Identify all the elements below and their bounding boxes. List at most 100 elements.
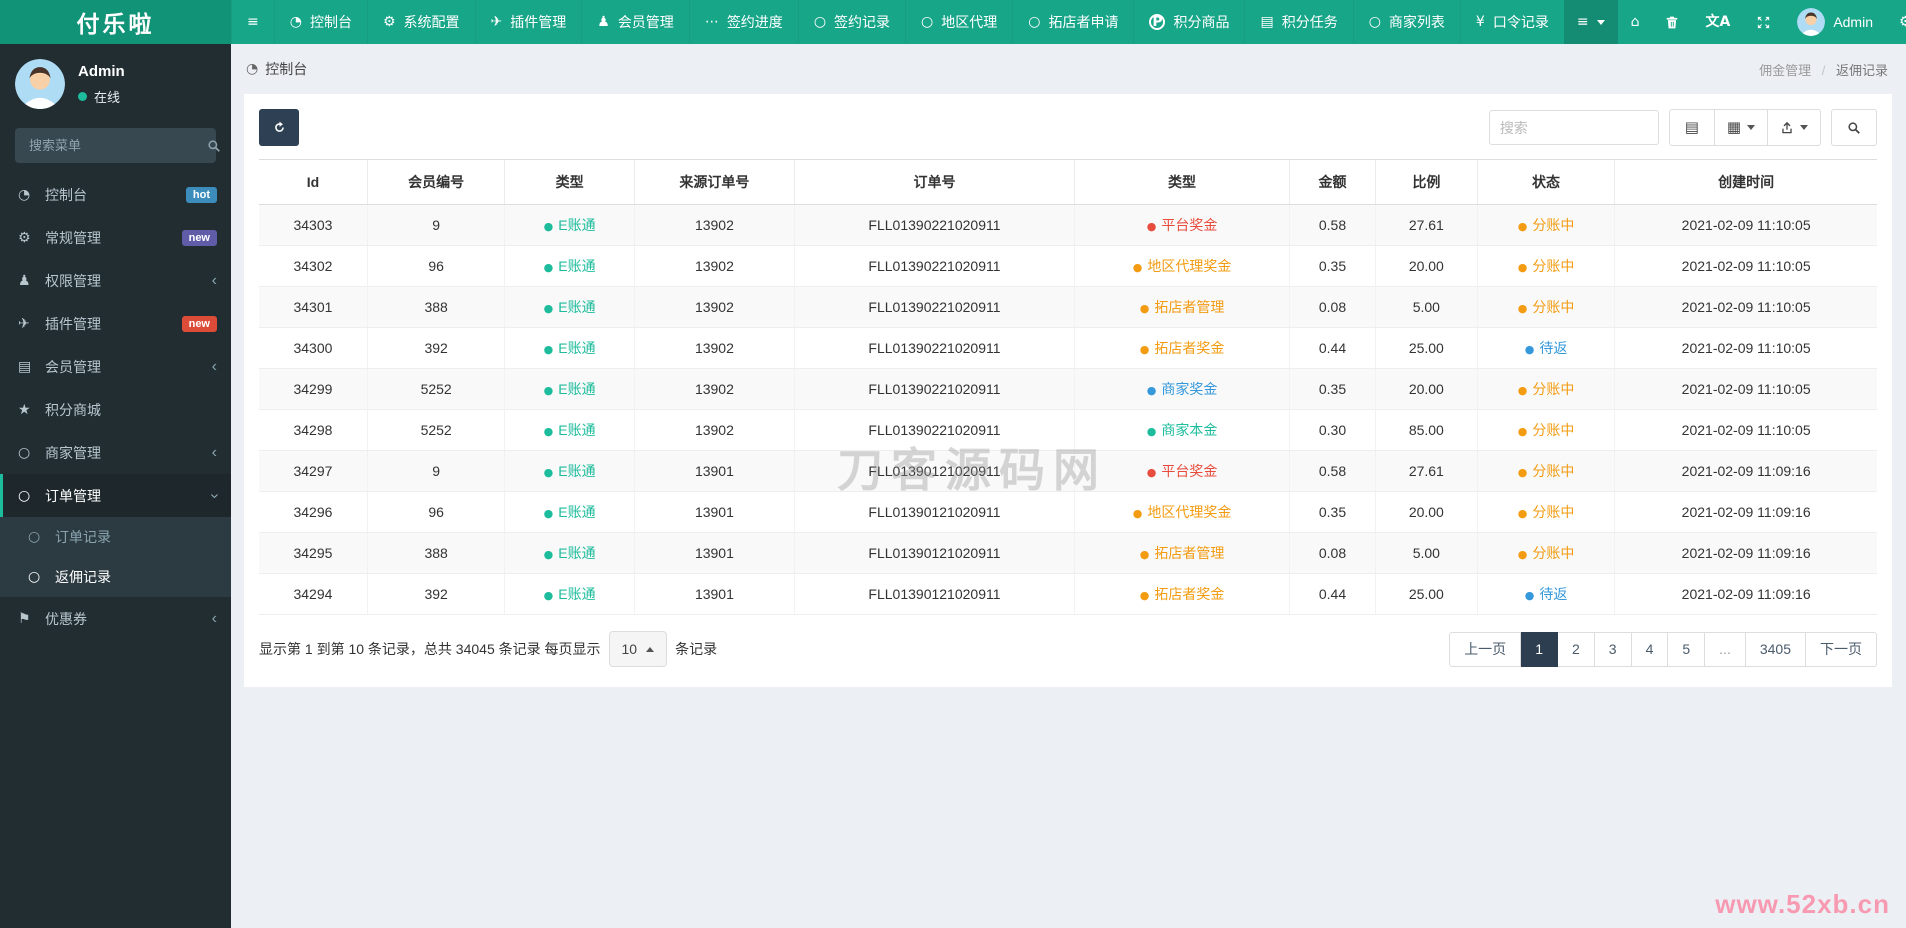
user-menu[interactable]: Admin	[1784, 0, 1886, 44]
nav-system-config[interactable]: ⚙ 系统配置	[366, 0, 475, 44]
nav-password-records[interactable]: ¥ 口令记录	[1459, 0, 1564, 44]
page-ellipsis[interactable]: ...	[1705, 631, 1746, 667]
nav-sign-records[interactable]: ○ 签约记录	[797, 0, 905, 44]
status-dot-icon: ●	[543, 466, 554, 479]
menu-dropdown[interactable]: ≡	[1563, 0, 1618, 44]
navbar-right: ≡ ⌂ 文A Admin ⚙	[1563, 0, 1906, 44]
column-header: 来源订单号	[633, 159, 795, 205]
clear-cache-button[interactable]	[1652, 0, 1692, 44]
pagination: 上一页 1 2 3 4 5... 3405 下一页	[1449, 631, 1877, 667]
sidebar-item-merchants[interactable]: ○ 商家管理 ‹	[0, 431, 231, 474]
sidebar-item-rebate-records[interactable]: ○ 返佣记录	[0, 557, 231, 597]
refresh-button[interactable]	[259, 109, 299, 146]
nav-region-agent-label: 地区代理	[941, 14, 998, 30]
sidebar-item-plugins[interactable]: ✈ 插件管理 new	[0, 302, 231, 345]
sidebar-item-points-mall[interactable]: ★ 积分商城	[0, 388, 231, 431]
sidebar-item-members[interactable]: ▤ 会员管理 ‹	[0, 345, 231, 388]
circle-icon: ○	[18, 487, 31, 504]
label-text: 拓店者奖金	[1154, 586, 1225, 602]
cell-created: 2021-02-09 11:10:05	[1614, 286, 1877, 328]
cell-ratio: 5.00	[1374, 286, 1478, 328]
page-prev[interactable]: 上一页	[1449, 631, 1522, 667]
nav-dashboard[interactable]: ◔ 控制台	[273, 0, 367, 44]
cell-status: ● 分账中	[1476, 368, 1615, 410]
circle-icon: ○	[28, 569, 41, 585]
cell-reward: ● 平台奖金	[1073, 204, 1290, 246]
search-icon	[1847, 121, 1861, 135]
page-3[interactable]: 3	[1594, 631, 1632, 667]
sidebar-toggle[interactable]: ≡	[231, 0, 274, 44]
export-icon	[1780, 121, 1794, 135]
plane-icon: ✈	[490, 14, 503, 30]
page-title-label: 控制台	[265, 61, 308, 77]
home-button[interactable]: ⌂	[1618, 0, 1653, 44]
nav-region-agent[interactable]: ○ 地区代理	[905, 0, 1012, 44]
column-header: 订单号	[794, 159, 1075, 205]
label-text: E账通	[558, 422, 596, 438]
label-text: 地区代理奖金	[1147, 504, 1232, 520]
page-size-select[interactable]: 10	[608, 631, 668, 667]
breadcrumb-parent[interactable]: 佣金管理	[1759, 63, 1811, 78]
sidebar-item-general[interactable]: ⚙ 常规管理 new	[0, 216, 231, 259]
cell-source: 13902	[633, 327, 795, 369]
cell-status: ● 分账中	[1476, 532, 1615, 574]
nav-merchant-list[interactable]: ○ 商家列表	[1352, 0, 1460, 44]
content-header: ◔ 控制台 佣金管理 / 返佣记录	[231, 44, 1906, 91]
cell-created: 2021-02-09 11:10:05	[1614, 368, 1877, 410]
circle-icon: ○	[18, 444, 31, 461]
sidebar-search-input[interactable]	[27, 137, 207, 154]
cell-amount: 0.08	[1289, 286, 1376, 328]
page-4[interactable]: 4	[1631, 631, 1669, 667]
nav-points-goods[interactable]: P 积分商品	[1133, 0, 1244, 44]
export-button[interactable]	[1768, 109, 1821, 146]
cell-created: 2021-02-09 11:10:05	[1614, 204, 1877, 246]
settings-button[interactable]: ⚙	[1886, 0, 1906, 44]
search-icon[interactable]	[207, 139, 221, 153]
search-button[interactable]	[1831, 109, 1877, 146]
status-dot-icon: ●	[543, 425, 554, 438]
sidebar-item-permissions[interactable]: ♟ 权限管理 ‹	[0, 259, 231, 302]
cell-type: ● E账通	[504, 327, 635, 369]
cell-amount: 0.44	[1289, 573, 1376, 615]
sidebar-item-order-records[interactable]: ○ 订单记录	[0, 517, 231, 557]
language-button[interactable]: 文A	[1692, 0, 1743, 44]
chevron-down-icon: ‹	[205, 492, 223, 499]
status-dot-icon: ●	[543, 507, 554, 520]
page-5[interactable]: 5	[1668, 631, 1706, 667]
table-search-input[interactable]	[1488, 110, 1659, 145]
columns-button[interactable]: ▦	[1714, 109, 1768, 146]
tasks-icon: ▤	[18, 358, 32, 375]
cell-amount: 0.35	[1289, 368, 1376, 410]
nav-members[interactable]: ♟ 会员管理	[581, 0, 689, 44]
cell-order: FLL01390221020911	[794, 245, 1075, 287]
label-text: E账通	[558, 381, 596, 397]
table-row: 34303 9 ● E账通 13902 FLL01390221020911 ● 平台奖金 0.5…	[259, 204, 1877, 246]
page-next[interactable]: 下一页	[1806, 631, 1877, 667]
page-1[interactable]: 1	[1521, 631, 1558, 667]
sidebar-item-coupons[interactable]: ⚑ 优惠券 ‹	[0, 597, 231, 640]
cell-reward: ● 平台奖金	[1073, 450, 1290, 492]
status-dot-icon: ●	[1517, 507, 1528, 520]
cell-amount: 0.58	[1289, 450, 1376, 492]
chevron-left-icon: ‹	[211, 271, 217, 289]
detail-view-button[interactable]: ▤	[1668, 109, 1715, 146]
sidebar-item-dashboard[interactable]: ◔ 控制台 hot	[0, 173, 231, 216]
pagination-summary-suffix: 条记录	[675, 641, 718, 657]
nav-shop-applications[interactable]: ○ 拓店者申请	[1012, 0, 1133, 44]
column-header: 金额	[1289, 159, 1376, 205]
label-text: 商家奖金	[1161, 381, 1218, 397]
cell-id: 34298	[259, 409, 368, 451]
table-row: 34297 9 ● E账通 13901 FLL01390121020911 ● 平台奖金 0.5…	[259, 450, 1877, 492]
label-text: E账通	[558, 463, 596, 479]
fullscreen-button[interactable]	[1743, 0, 1784, 44]
nav-sign-progress[interactable]: ⋯ 签约进度	[688, 0, 798, 44]
sidebar-item-orders[interactable]: ○ 订单管理 ‹	[0, 474, 231, 517]
sidebar-item-coupons-label: 优惠券	[45, 610, 87, 627]
nav-points-goods-label: 积分商品	[1173, 14, 1230, 30]
nav-points-tasks[interactable]: ▤ 积分任务	[1244, 0, 1352, 44]
page-2[interactable]: 2	[1557, 631, 1595, 667]
nav-plugins[interactable]: ✈ 插件管理	[474, 0, 582, 44]
app-logo[interactable]: 付乐啦	[0, 0, 231, 44]
sidebar-item-plugins-badge: new	[181, 315, 217, 332]
page-3405[interactable]: 3405	[1745, 631, 1806, 667]
